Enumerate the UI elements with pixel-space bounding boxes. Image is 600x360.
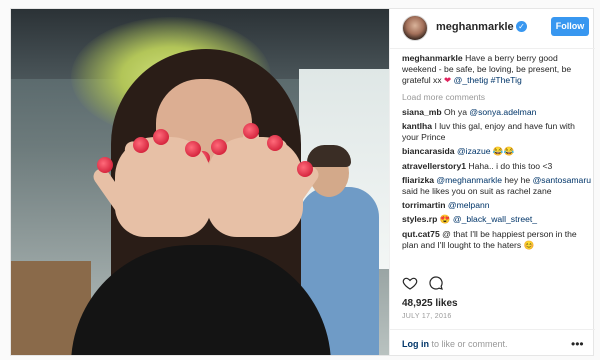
comment-mention[interactable]: @melpann: [448, 200, 490, 210]
likes-count[interactable]: 48,925 likes: [402, 298, 458, 309]
comment-mention[interactable]: @_black_wall_street_: [453, 214, 537, 224]
finger-raspberry: [185, 141, 201, 157]
comment-username[interactable]: styles.rp: [402, 214, 437, 224]
follow-button[interactable]: Follow: [551, 17, 589, 36]
more-options-icon[interactable]: •••: [571, 337, 584, 351]
instagram-post-card: meghanmarkle ✓ Follow meghanmarkle Have …: [10, 8, 595, 356]
comment-mention[interactable]: @santosamaru: [533, 175, 591, 185]
comment-username[interactable]: siana_mb: [402, 107, 442, 117]
finger-raspberry: [133, 137, 149, 153]
finger-raspberry: [297, 161, 313, 177]
comment-username[interactable]: fliarizka: [402, 175, 434, 185]
post-header: meghanmarkle ✓ Follow: [390, 9, 595, 49]
finger-raspberry: [243, 123, 259, 139]
comment-text: hey he: [501, 174, 531, 185]
caption: meghanmarkle Have a berry berry good wee…: [402, 53, 592, 87]
comment-emoji: 😍: [439, 214, 451, 225]
page-background: meghanmarkle ✓ Follow meghanmarkle Have …: [0, 0, 600, 360]
list-item: fliarizka @meghanmarkle hey he @santosam…: [402, 175, 592, 197]
comment-username[interactable]: atravellerstory1: [402, 161, 466, 171]
heart-icon[interactable]: [402, 275, 418, 291]
list-item: qut.cat75 @ that I'll be happiest person…: [402, 229, 592, 251]
caption-heart-emoji: ❤: [444, 75, 452, 86]
post-side-panel: meghanmarkle ✓ Follow meghanmarkle Have …: [389, 9, 595, 355]
finger-raspberry: [97, 157, 113, 173]
post-photo[interactable]: [11, 9, 389, 355]
list-item: biancarasida @izazue 😂😂: [402, 146, 592, 157]
login-prompt-text: to like or comment.: [429, 339, 508, 349]
list-item: styles.rp 😍 @_black_wall_street_: [402, 214, 592, 225]
comment-username[interactable]: biancarasida: [402, 146, 455, 156]
post-date: JULY 17, 2016: [402, 313, 452, 320]
caption-mention[interactable]: @_thetig: [454, 75, 489, 85]
list-item: kantlha I luv this gal, enjoy and have f…: [402, 121, 592, 143]
photo-background-man-hair: [307, 145, 351, 167]
list-item: siana_mb Oh ya @sonya.adelman: [402, 107, 592, 118]
list-item: atravellerstory1 Haha.. i do this too <3: [402, 161, 592, 172]
comment-emoji: 😂😂: [492, 146, 515, 157]
caption-hashtag[interactable]: #TheTig: [491, 75, 522, 85]
comment-mention[interactable]: @meghanmarkle: [436, 175, 502, 185]
login-link[interactable]: Log in: [402, 339, 429, 349]
comment-username[interactable]: torrimartin: [402, 200, 445, 210]
comments-list: meghanmarkle Have a berry berry good wee…: [402, 53, 592, 273]
post-actions: [402, 275, 462, 293]
comment-username[interactable]: kantlha: [402, 121, 432, 131]
avatar[interactable]: [402, 15, 428, 41]
verified-badge-icon: ✓: [516, 21, 527, 32]
finger-raspberry: [211, 139, 227, 155]
load-more-comments[interactable]: Load more comments: [402, 92, 592, 103]
login-prompt: Log in to like or comment.: [402, 339, 508, 349]
list-item: torrimartin @melpann: [402, 200, 592, 211]
finger-raspberry: [153, 129, 169, 145]
header-username[interactable]: meghanmarkle: [436, 21, 514, 33]
caption-username[interactable]: meghanmarkle: [402, 53, 463, 63]
comment-icon[interactable]: [428, 275, 444, 291]
comment-username[interactable]: qut.cat75: [402, 229, 440, 239]
comment-text: Haha.. i do this too <3: [468, 160, 553, 171]
comment-mention[interactable]: @sonya.adelman: [469, 107, 536, 117]
comment-text: Oh ya: [444, 106, 467, 117]
comment-text: said he likes you on suit as rachel zane: [402, 186, 552, 197]
comment-mention[interactable]: @izazue: [457, 146, 491, 156]
finger-raspberry: [267, 135, 283, 151]
post-footer: Log in to like or comment. •••: [390, 329, 595, 355]
